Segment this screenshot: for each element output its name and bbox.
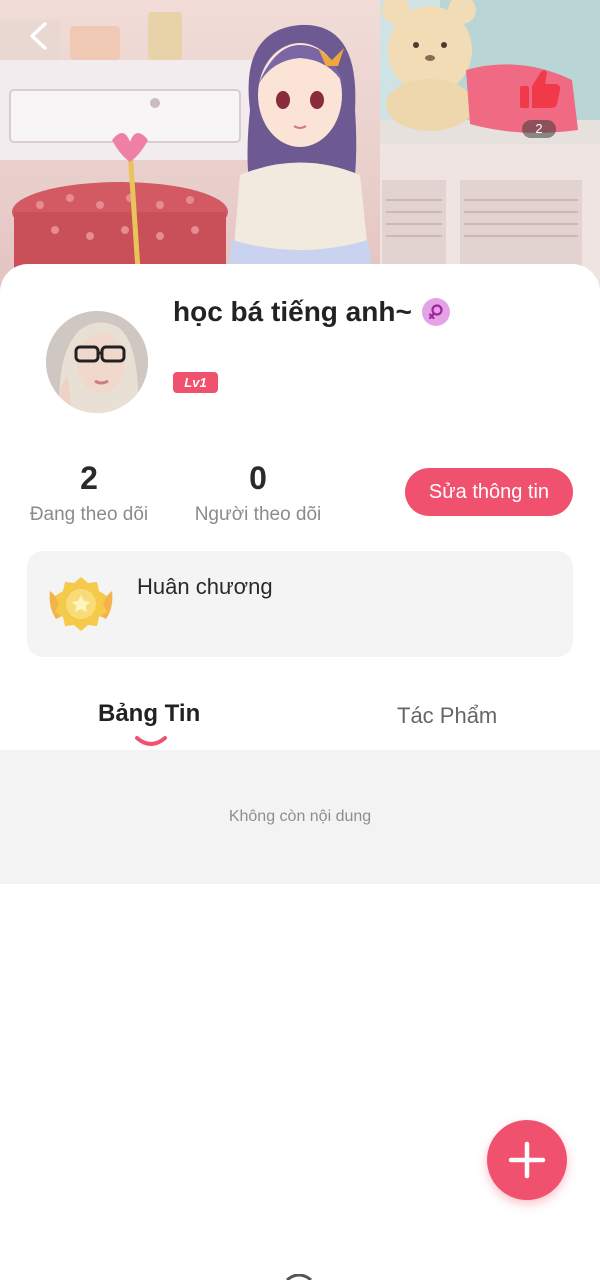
edit-profile-button[interactable]: Sửa thông tin (405, 468, 573, 516)
level-badge: Lv1 (173, 372, 218, 393)
medal-icon (49, 577, 113, 631)
female-symbol-icon (422, 298, 450, 326)
like-count: 2 (522, 120, 556, 138)
followers-count: 0 (249, 460, 267, 496)
following-label: Đang theo dõi (29, 504, 149, 525)
thumbs-up-icon (520, 70, 561, 108)
tab-feed[interactable]: Bảng Tin (98, 700, 200, 728)
chevron-left-icon (30, 22, 47, 50)
plus-icon (508, 1141, 546, 1179)
medals-title: Huân chương (137, 574, 273, 599)
tab-works[interactable]: Tác Phẩm (397, 703, 497, 729)
avatar[interactable] (46, 311, 148, 413)
back-button[interactable] (20, 18, 56, 54)
create-post-button[interactable] (487, 1120, 567, 1200)
followers-label: Người theo dõi (194, 504, 322, 525)
empty-feed-message: Không còn nội dung (228, 808, 372, 825)
following-count: 2 (80, 460, 98, 496)
username: học bá tiếng anh~ (173, 296, 412, 327)
active-tab-indicator (135, 736, 167, 746)
followers-stat[interactable]: 0 Người theo dõi (186, 458, 330, 526)
bottom-nav-peek (286, 1274, 312, 1280)
following-stat[interactable]: 2 Đang theo dõi (20, 458, 158, 526)
profile-cover-image (0, 0, 600, 300)
